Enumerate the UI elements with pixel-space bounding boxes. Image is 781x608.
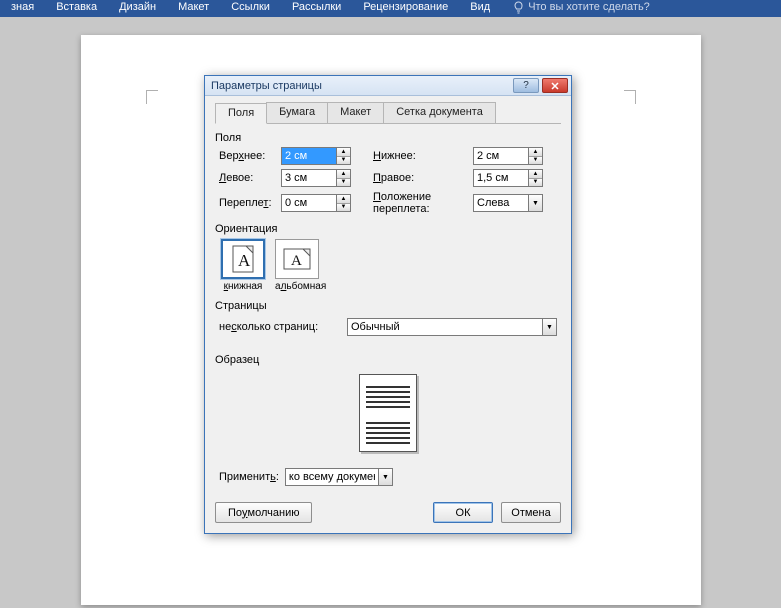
chevron-down-icon[interactable]: ▼ bbox=[528, 194, 543, 212]
portrait-icon: A bbox=[232, 245, 254, 273]
right-margin-label: Правое: bbox=[373, 172, 473, 184]
gutter-pos-label: Положение переплета: bbox=[373, 191, 473, 215]
apply-to-label: Применить: bbox=[219, 471, 279, 483]
ribbon-tab-design[interactable]: Дизайн bbox=[108, 1, 167, 13]
page-setup-dialog: Параметры страницы ? Поля Бумага Макет С… bbox=[204, 75, 572, 534]
gutter-spinner[interactable]: ▲▼ bbox=[281, 194, 351, 212]
ok-button[interactable]: ОК bbox=[433, 502, 493, 523]
left-margin-label: Левое: bbox=[219, 172, 281, 184]
left-margin-input[interactable] bbox=[281, 169, 336, 187]
orientation-portrait[interactable]: A bbox=[221, 239, 265, 279]
gutter-label: Переплет: bbox=[219, 197, 281, 209]
spin-up-icon[interactable]: ▲ bbox=[529, 148, 542, 157]
apply-to-value[interactable] bbox=[285, 468, 378, 486]
tab-layout[interactable]: Макет bbox=[327, 102, 384, 123]
apply-to-combo[interactable]: ▼ bbox=[285, 468, 393, 486]
tell-me-text: Что вы хотите сделать? bbox=[528, 1, 650, 13]
ribbon-tab-review[interactable]: Рецензирование bbox=[352, 1, 459, 13]
preview-pane bbox=[359, 374, 417, 452]
spin-down-icon[interactable]: ▼ bbox=[529, 179, 542, 187]
ribbon-tab-insert[interactable]: Вставка bbox=[45, 1, 108, 13]
spin-up-icon[interactable]: ▲ bbox=[337, 195, 350, 204]
tab-margins[interactable]: Поля bbox=[215, 103, 267, 124]
svg-text:A: A bbox=[291, 253, 302, 269]
orientation-landscape[interactable]: A bbox=[275, 239, 319, 279]
top-margin-input[interactable] bbox=[281, 147, 336, 165]
multi-pages-combo[interactable]: ▼ bbox=[347, 318, 557, 336]
chevron-down-icon[interactable]: ▼ bbox=[542, 318, 557, 336]
ribbon-tab-references[interactable]: Ссылки bbox=[220, 1, 281, 13]
top-margin-label: Верхнее: bbox=[219, 150, 281, 162]
multi-pages-label: несколько страниц: bbox=[219, 321, 339, 333]
close-icon bbox=[551, 82, 559, 90]
spin-down-icon[interactable]: ▼ bbox=[529, 157, 542, 165]
tab-paper[interactable]: Бумага bbox=[266, 102, 328, 123]
landscape-label: альбомная bbox=[275, 281, 326, 292]
ribbon-tab-layout[interactable]: Макет bbox=[167, 1, 220, 13]
chevron-down-icon[interactable]: ▼ bbox=[378, 468, 393, 486]
ribbon-tab-home[interactable]: зная bbox=[0, 1, 45, 13]
tell-me-box[interactable]: Что вы хотите сделать? bbox=[513, 1, 650, 14]
help-button[interactable]: ? bbox=[513, 78, 539, 93]
bottom-margin-input[interactable] bbox=[473, 147, 528, 165]
bottom-margin-label: Нижнее: bbox=[373, 150, 473, 162]
landscape-icon: A bbox=[283, 248, 311, 270]
spin-up-icon[interactable]: ▲ bbox=[337, 170, 350, 179]
section-pages-label: Страницы bbox=[215, 300, 561, 312]
top-margin-spinner[interactable]: ▲▼ bbox=[281, 147, 351, 165]
dialog-title: Параметры страницы bbox=[211, 80, 322, 92]
ribbon: зная Вставка Дизайн Макет Ссылки Рассылк… bbox=[0, 0, 781, 17]
portrait-label: книжная bbox=[221, 281, 265, 292]
tab-grid[interactable]: Сетка документа bbox=[383, 102, 496, 123]
gutter-pos-combo[interactable]: ▼ bbox=[473, 194, 543, 212]
section-margins-label: Поля bbox=[215, 132, 561, 144]
right-margin-spinner[interactable]: ▲▼ bbox=[473, 169, 543, 187]
cancel-button[interactable]: Отмена bbox=[501, 502, 561, 523]
left-margin-spinner[interactable]: ▲▼ bbox=[281, 169, 351, 187]
multi-pages-value[interactable] bbox=[347, 318, 542, 336]
gutter-input[interactable] bbox=[281, 194, 336, 212]
section-orientation-label: Ориентация bbox=[215, 223, 561, 235]
svg-text:A: A bbox=[238, 251, 251, 270]
bottom-margin-spinner[interactable]: ▲▼ bbox=[473, 147, 543, 165]
ribbon-tab-mailings[interactable]: Рассылки bbox=[281, 1, 352, 13]
spin-up-icon[interactable]: ▲ bbox=[337, 148, 350, 157]
right-margin-input[interactable] bbox=[473, 169, 528, 187]
dialog-titlebar[interactable]: Параметры страницы ? bbox=[205, 76, 571, 96]
close-button[interactable] bbox=[542, 78, 568, 93]
spin-down-icon[interactable]: ▼ bbox=[337, 204, 350, 212]
margin-mark bbox=[146, 90, 158, 104]
lightbulb-icon bbox=[513, 1, 524, 14]
ribbon-tab-view[interactable]: Вид bbox=[459, 1, 501, 13]
set-default-button[interactable]: По умолчанию bbox=[215, 502, 312, 523]
dialog-tabs: Поля Бумага Макет Сетка документа bbox=[215, 102, 561, 124]
gutter-pos-value[interactable] bbox=[473, 194, 528, 212]
margin-mark bbox=[624, 90, 636, 104]
section-preview-label: Образец bbox=[215, 354, 561, 366]
spin-down-icon[interactable]: ▼ bbox=[337, 157, 350, 165]
spin-up-icon[interactable]: ▲ bbox=[529, 170, 542, 179]
spin-down-icon[interactable]: ▼ bbox=[337, 179, 350, 187]
